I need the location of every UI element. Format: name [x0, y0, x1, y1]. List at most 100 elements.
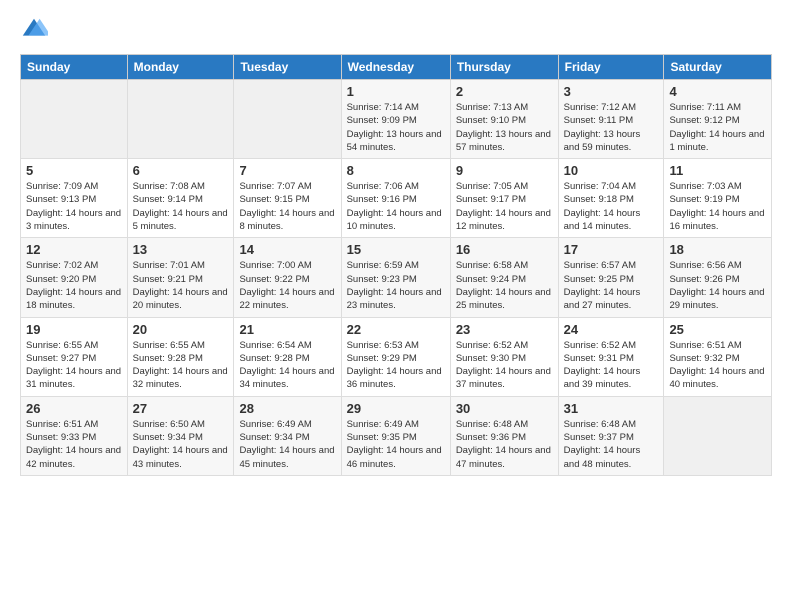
logo	[20, 16, 50, 44]
day-info: Sunrise: 6:56 AMSunset: 9:26 PMDaylight:…	[669, 259, 766, 312]
day-number: 15	[347, 242, 445, 257]
day-info: Sunrise: 6:55 AMSunset: 9:27 PMDaylight:…	[26, 339, 122, 392]
calendar-cell: 5 Sunrise: 7:09 AMSunset: 9:13 PMDaylight…	[21, 159, 128, 238]
calendar-cell: 29Sunrise: 6:49 AMSunset: 9:35 PMDayligh…	[341, 396, 450, 475]
day-number: 30	[456, 401, 553, 416]
day-info: Sunrise: 7:09 AMSunset: 9:13 PMDaylight:…	[26, 180, 122, 233]
day-number: 24	[564, 322, 659, 337]
day-number: 20	[133, 322, 229, 337]
day-info: Sunrise: 7:05 AMSunset: 9:17 PMDaylight:…	[456, 180, 553, 233]
calendar-cell: 26 Sunrise: 6:51 AMSunset: 9:33 PMDayligh…	[21, 396, 128, 475]
day-info: Sunrise: 6:52 AMSunset: 9:30 PMDaylight:…	[456, 339, 553, 392]
day-info: Sunrise: 7:07 AMSunset: 9:15 PMDaylight:…	[239, 180, 335, 233]
day-number: 11	[669, 163, 766, 178]
day-info: Sunrise: 6:58 AMSunset: 9:24 PMDaylight:…	[456, 259, 553, 312]
day-number: 18	[669, 242, 766, 257]
calendar-cell: 7Sunrise: 7:07 AMSunset: 9:15 PMDaylight…	[234, 159, 341, 238]
day-info: Sunrise: 7:04 AMSunset: 9:18 PMDaylight:…	[564, 180, 659, 233]
calendar-cell: 18 Sunrise: 6:56 AMSunset: 9:26 PMDayligh…	[664, 238, 772, 317]
calendar-cell: 20Sunrise: 6:55 AMSunset: 9:28 PMDayligh…	[127, 317, 234, 396]
calendar-cell: 3Sunrise: 7:12 AMSunset: 9:11 PMDaylight…	[558, 80, 664, 159]
day-number: 14	[239, 242, 335, 257]
calendar-cell: 14 Sunrise: 7:00 AMSunset: 9:22 PMDayligh…	[234, 238, 341, 317]
calendar-cell: 2Sunrise: 7:13 AMSunset: 9:10 PMDaylight…	[450, 80, 558, 159]
day-number: 27	[133, 401, 229, 416]
day-number: 25	[669, 322, 766, 337]
calendar-cell	[21, 80, 128, 159]
day-number: 8	[347, 163, 445, 178]
day-number: 6	[133, 163, 229, 178]
day-info: Sunrise: 7:11 AMSunset: 9:12 PMDaylight:…	[669, 101, 766, 154]
day-info: Sunrise: 6:50 AMSunset: 9:34 PMDaylight:…	[133, 418, 229, 471]
calendar-cell: 15 Sunrise: 6:59 AMSunset: 9:23 PMDayligh…	[341, 238, 450, 317]
day-number: 23	[456, 322, 553, 337]
calendar-cell: 28 Sunrise: 6:49 AMSunset: 9:34 PMDayligh…	[234, 396, 341, 475]
calendar-cell: 1Sunrise: 7:14 AMSunset: 9:09 PMDaylight…	[341, 80, 450, 159]
day-number: 17	[564, 242, 659, 257]
calendar-cell: 4Sunrise: 7:11 AMSunset: 9:12 PMDaylight…	[664, 80, 772, 159]
day-header-wednesday: Wednesday	[341, 55, 450, 80]
day-header-row: SundayMondayTuesdayWednesdayThursdayFrid…	[21, 55, 772, 80]
calendar-cell: 21 Sunrise: 6:54 AMSunset: 9:28 PMDayligh…	[234, 317, 341, 396]
day-info: Sunrise: 6:57 AMSunset: 9:25 PMDaylight:…	[564, 259, 659, 312]
day-info: Sunrise: 7:02 AMSunset: 9:20 PMDaylight:…	[26, 259, 122, 312]
day-info: Sunrise: 6:51 AMSunset: 9:32 PMDaylight:…	[669, 339, 766, 392]
calendar-cell: 23 Sunrise: 6:52 AMSunset: 9:30 PMDayligh…	[450, 317, 558, 396]
calendar-cell: 31 Sunrise: 6:48 AMSunset: 9:37 PMDayligh…	[558, 396, 664, 475]
day-header-thursday: Thursday	[450, 55, 558, 80]
day-info: Sunrise: 6:49 AMSunset: 9:35 PMDaylight:…	[347, 418, 445, 471]
day-number: 13	[133, 242, 229, 257]
calendar-cell	[664, 396, 772, 475]
day-number: 22	[347, 322, 445, 337]
day-number: 28	[239, 401, 335, 416]
calendar-table: SundayMondayTuesdayWednesdayThursdayFrid…	[20, 54, 772, 476]
calendar-cell: 13 Sunrise: 7:01 AMSunset: 9:21 PMDayligh…	[127, 238, 234, 317]
calendar-cell: 25 Sunrise: 6:51 AMSunset: 9:32 PMDayligh…	[664, 317, 772, 396]
day-info: Sunrise: 7:01 AMSunset: 9:21 PMDaylight:…	[133, 259, 229, 312]
day-number: 9	[456, 163, 553, 178]
calendar-cell: 12 Sunrise: 7:02 AMSunset: 9:20 PMDayligh…	[21, 238, 128, 317]
day-info: Sunrise: 6:59 AMSunset: 9:23 PMDaylight:…	[347, 259, 445, 312]
calendar-cell: 8 Sunrise: 7:06 AMSunset: 9:16 PMDaylight…	[341, 159, 450, 238]
day-number: 26	[26, 401, 122, 416]
day-info: Sunrise: 6:52 AMSunset: 9:31 PMDaylight:…	[564, 339, 659, 392]
calendar-cell: 24 Sunrise: 6:52 AMSunset: 9:31 PMDayligh…	[558, 317, 664, 396]
week-row-2: 5 Sunrise: 7:09 AMSunset: 9:13 PMDaylight…	[21, 159, 772, 238]
week-row-1: 1Sunrise: 7:14 AMSunset: 9:09 PMDaylight…	[21, 80, 772, 159]
day-header-saturday: Saturday	[664, 55, 772, 80]
week-row-4: 19Sunrise: 6:55 AMSunset: 9:27 PMDayligh…	[21, 317, 772, 396]
day-info: Sunrise: 6:49 AMSunset: 9:34 PMDaylight:…	[239, 418, 335, 471]
calendar-cell: 17 Sunrise: 6:57 AMSunset: 9:25 PMDayligh…	[558, 238, 664, 317]
day-info: Sunrise: 6:48 AMSunset: 9:37 PMDaylight:…	[564, 418, 659, 471]
day-header-sunday: Sunday	[21, 55, 128, 80]
day-number: 3	[564, 84, 659, 99]
day-number: 2	[456, 84, 553, 99]
day-info: Sunrise: 7:00 AMSunset: 9:22 PMDaylight:…	[239, 259, 335, 312]
day-info: Sunrise: 7:06 AMSunset: 9:16 PMDaylight:…	[347, 180, 445, 233]
header	[20, 16, 772, 44]
day-info: Sunrise: 7:14 AMSunset: 9:09 PMDaylight:…	[347, 101, 445, 154]
day-info: Sunrise: 6:48 AMSunset: 9:36 PMDaylight:…	[456, 418, 553, 471]
day-number: 12	[26, 242, 122, 257]
day-info: Sunrise: 7:03 AMSunset: 9:19 PMDaylight:…	[669, 180, 766, 233]
day-info: Sunrise: 6:54 AMSunset: 9:28 PMDaylight:…	[239, 339, 335, 392]
calendar-cell: 16Sunrise: 6:58 AMSunset: 9:24 PMDayligh…	[450, 238, 558, 317]
calendar-cell: 9 Sunrise: 7:05 AMSunset: 9:17 PMDaylight…	[450, 159, 558, 238]
calendar-cell: 19Sunrise: 6:55 AMSunset: 9:27 PMDayligh…	[21, 317, 128, 396]
day-header-monday: Monday	[127, 55, 234, 80]
calendar-cell: 27 Sunrise: 6:50 AMSunset: 9:34 PMDayligh…	[127, 396, 234, 475]
week-row-3: 12 Sunrise: 7:02 AMSunset: 9:20 PMDayligh…	[21, 238, 772, 317]
calendar-cell: 22 Sunrise: 6:53 AMSunset: 9:29 PMDayligh…	[341, 317, 450, 396]
page: SundayMondayTuesdayWednesdayThursdayFrid…	[0, 0, 792, 492]
day-header-tuesday: Tuesday	[234, 55, 341, 80]
day-info: Sunrise: 6:53 AMSunset: 9:29 PMDaylight:…	[347, 339, 445, 392]
day-number: 5	[26, 163, 122, 178]
week-row-5: 26 Sunrise: 6:51 AMSunset: 9:33 PMDayligh…	[21, 396, 772, 475]
day-number: 10	[564, 163, 659, 178]
day-info: Sunrise: 6:51 AMSunset: 9:33 PMDaylight:…	[26, 418, 122, 471]
calendar-cell: 30 Sunrise: 6:48 AMSunset: 9:36 PMDayligh…	[450, 396, 558, 475]
day-number: 21	[239, 322, 335, 337]
day-number: 31	[564, 401, 659, 416]
day-info: Sunrise: 7:08 AMSunset: 9:14 PMDaylight:…	[133, 180, 229, 233]
calendar-cell: 10 Sunrise: 7:04 AMSunset: 9:18 PMDayligh…	[558, 159, 664, 238]
